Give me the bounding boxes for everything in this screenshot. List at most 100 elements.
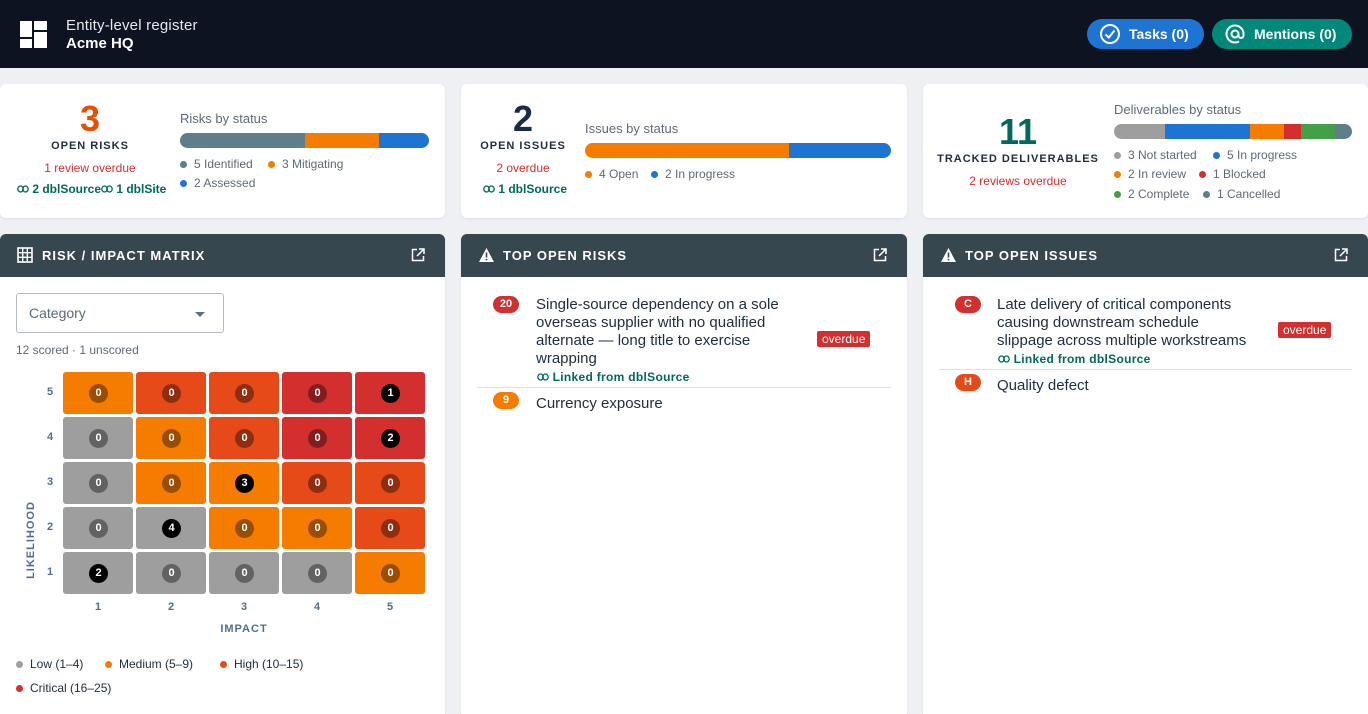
matrix-cell[interactable]: 0 xyxy=(209,507,279,549)
tracked-deliverables-card[interactable]: 11 TRACKED DELIVERABLES 2 reviews overdu… xyxy=(923,84,1368,218)
issue-row[interactable]: C Late delivery of critical components c… xyxy=(939,289,1352,369)
deliverables-count: 11 xyxy=(998,111,1038,152)
likelihood-axis-label: LIKELIHOOD xyxy=(25,501,37,579)
cell-count-badge: 4 xyxy=(162,519,181,538)
open-external-icon[interactable] xyxy=(873,248,887,262)
risk-score-badge: 20 xyxy=(493,296,519,313)
issue-title: Quality defect xyxy=(997,377,1089,394)
risks-status-bar xyxy=(180,133,429,148)
status-bar-segment xyxy=(789,143,891,158)
warning-icon xyxy=(479,248,494,262)
matrix-cell[interactable]: 0 xyxy=(209,417,279,459)
dblsource-link-label: 2 dblSource xyxy=(32,182,102,196)
open-issues-card[interactable]: 2 OPEN ISSUES 2 overdue 1 dblSource Issu… xyxy=(461,84,907,218)
cell-count-badge: 2 xyxy=(89,564,108,583)
dblsource-link[interactable]: 1 dblSource xyxy=(483,182,567,196)
impact-tick: 1 xyxy=(94,601,102,613)
top-risks-header: TOP OPEN RISKS xyxy=(461,234,907,277)
link-icon xyxy=(537,373,549,381)
register-subtitle: Entity-level register xyxy=(66,17,198,34)
risk-row[interactable]: 9 Currency exposure xyxy=(477,388,891,420)
link-icon xyxy=(101,185,113,193)
likelihood-tick: 5 xyxy=(46,386,54,398)
deliverables-status-title: Deliverables by status xyxy=(1114,102,1242,117)
issues-overdue-warning: 2 overdue xyxy=(496,161,550,175)
cell-count-badge: 0 xyxy=(89,384,108,403)
top-open-risks-panel: TOP OPEN RISKS 20 Single-source dependen… xyxy=(461,234,907,714)
cell-count-badge: 0 xyxy=(162,474,181,493)
matrix-cell[interactable]: 1 xyxy=(355,372,425,414)
impact-axis-label: IMPACT xyxy=(220,623,268,635)
matrix-cell[interactable]: 0 xyxy=(136,552,206,594)
impact-tick: 5 xyxy=(386,601,394,613)
issues-status-title: Issues by status xyxy=(585,121,679,136)
matrix-cell[interactable]: 0 xyxy=(209,552,279,594)
dblsite-link[interactable]: 1 dblSite xyxy=(101,182,166,196)
top-issues-title: TOP OPEN ISSUES xyxy=(965,248,1099,263)
matrix-cell[interactable]: 0 xyxy=(282,552,352,594)
matrix-cell[interactable]: 2 xyxy=(355,417,425,459)
matrix-cell[interactable]: 0 xyxy=(282,462,352,504)
matrix-cell[interactable]: 0 xyxy=(136,372,206,414)
impact-tick: 3 xyxy=(240,601,248,613)
link-icon xyxy=(483,185,495,193)
cell-count-badge: 0 xyxy=(381,519,400,538)
risk-title: Currency exposure xyxy=(536,395,663,412)
open-risks-card[interactable]: 3 OPEN RISKS 1 review overdue 2 dblSourc… xyxy=(0,84,445,218)
open-external-icon[interactable] xyxy=(1334,248,1348,262)
matrix-cell[interactable]: 0 xyxy=(63,507,133,549)
tasks-button[interactable]: Tasks (0) xyxy=(1087,19,1204,49)
likelihood-tick: 1 xyxy=(46,566,54,578)
category-select-placeholder: Category xyxy=(29,305,86,321)
matrix-cell[interactable]: 0 xyxy=(63,417,133,459)
tasks-label: Tasks (0) xyxy=(1129,26,1189,42)
likelihood-tick: 3 xyxy=(46,476,54,488)
risk-row[interactable]: 20 Single-source dependency on a sole ov… xyxy=(477,289,891,387)
top-bar: Entity-level register Acme HQ Tasks (0) … xyxy=(0,0,1368,68)
matrix-cell[interactable]: 0 xyxy=(355,462,425,504)
status-bar-segment xyxy=(1284,124,1301,139)
matrix-cell[interactable]: 0 xyxy=(63,372,133,414)
link-icon xyxy=(17,185,29,193)
at-sign-icon xyxy=(1225,24,1245,44)
matrix-cell[interactable]: 0 xyxy=(63,462,133,504)
matrix-cell[interactable]: 0 xyxy=(209,372,279,414)
dblsource-link[interactable]: 2 dblSource xyxy=(17,182,101,196)
cell-count-badge: 0 xyxy=(162,384,181,403)
legend-open: 4 Open xyxy=(585,167,638,181)
cell-count-badge: 0 xyxy=(162,429,181,448)
risk-title: Single-source dependency on a sole overs… xyxy=(536,296,779,367)
cell-count-badge: 0 xyxy=(308,519,327,538)
deliverables-overdue-warning: 2 reviews overdue xyxy=(969,174,1067,188)
status-bar-segment xyxy=(1165,124,1250,139)
linked-source-link[interactable]: Linked from dblSource xyxy=(998,352,1151,366)
issue-severity-badge: H xyxy=(955,374,981,391)
overdue-badge: overdue xyxy=(817,331,871,347)
open-external-icon[interactable] xyxy=(411,248,425,262)
chevron-down-icon xyxy=(195,312,205,317)
matrix-cell[interactable]: 0 xyxy=(136,417,206,459)
status-bar-segment xyxy=(180,133,305,148)
entity-title: Acme HQ xyxy=(66,35,134,52)
matrix-cell[interactable]: 0 xyxy=(282,417,352,459)
matrix-cell[interactable]: 4 xyxy=(136,507,206,549)
matrix-cell[interactable]: 3 xyxy=(209,462,279,504)
open-risks-count: 3 xyxy=(79,98,101,139)
legend-critical: Critical (16–25) xyxy=(16,681,111,695)
issue-severity-badge: C xyxy=(955,296,981,313)
matrix-cell[interactable]: 0 xyxy=(282,507,352,549)
linked-source-link[interactable]: Linked from dblSource xyxy=(537,370,690,384)
matrix-header: RISK / IMPACT MATRIX xyxy=(0,234,445,277)
issue-row[interactable]: H Quality defect xyxy=(939,370,1352,402)
category-select[interactable]: Category xyxy=(16,293,224,333)
mentions-button[interactable]: Mentions (0) xyxy=(1212,19,1352,49)
matrix-cell[interactable]: 0 xyxy=(355,507,425,549)
matrix-cell[interactable]: 0 xyxy=(355,552,425,594)
check-circle-icon xyxy=(1100,24,1120,44)
legend-mitigating: 3 Mitigating xyxy=(268,157,343,171)
overdue-badge: overdue xyxy=(1278,322,1332,338)
matrix-cell[interactable]: 0 xyxy=(282,372,352,414)
dblsource-link-label: 1 dblSource xyxy=(498,182,568,196)
matrix-cell[interactable]: 0 xyxy=(136,462,206,504)
matrix-cell[interactable]: 2 xyxy=(63,552,133,594)
